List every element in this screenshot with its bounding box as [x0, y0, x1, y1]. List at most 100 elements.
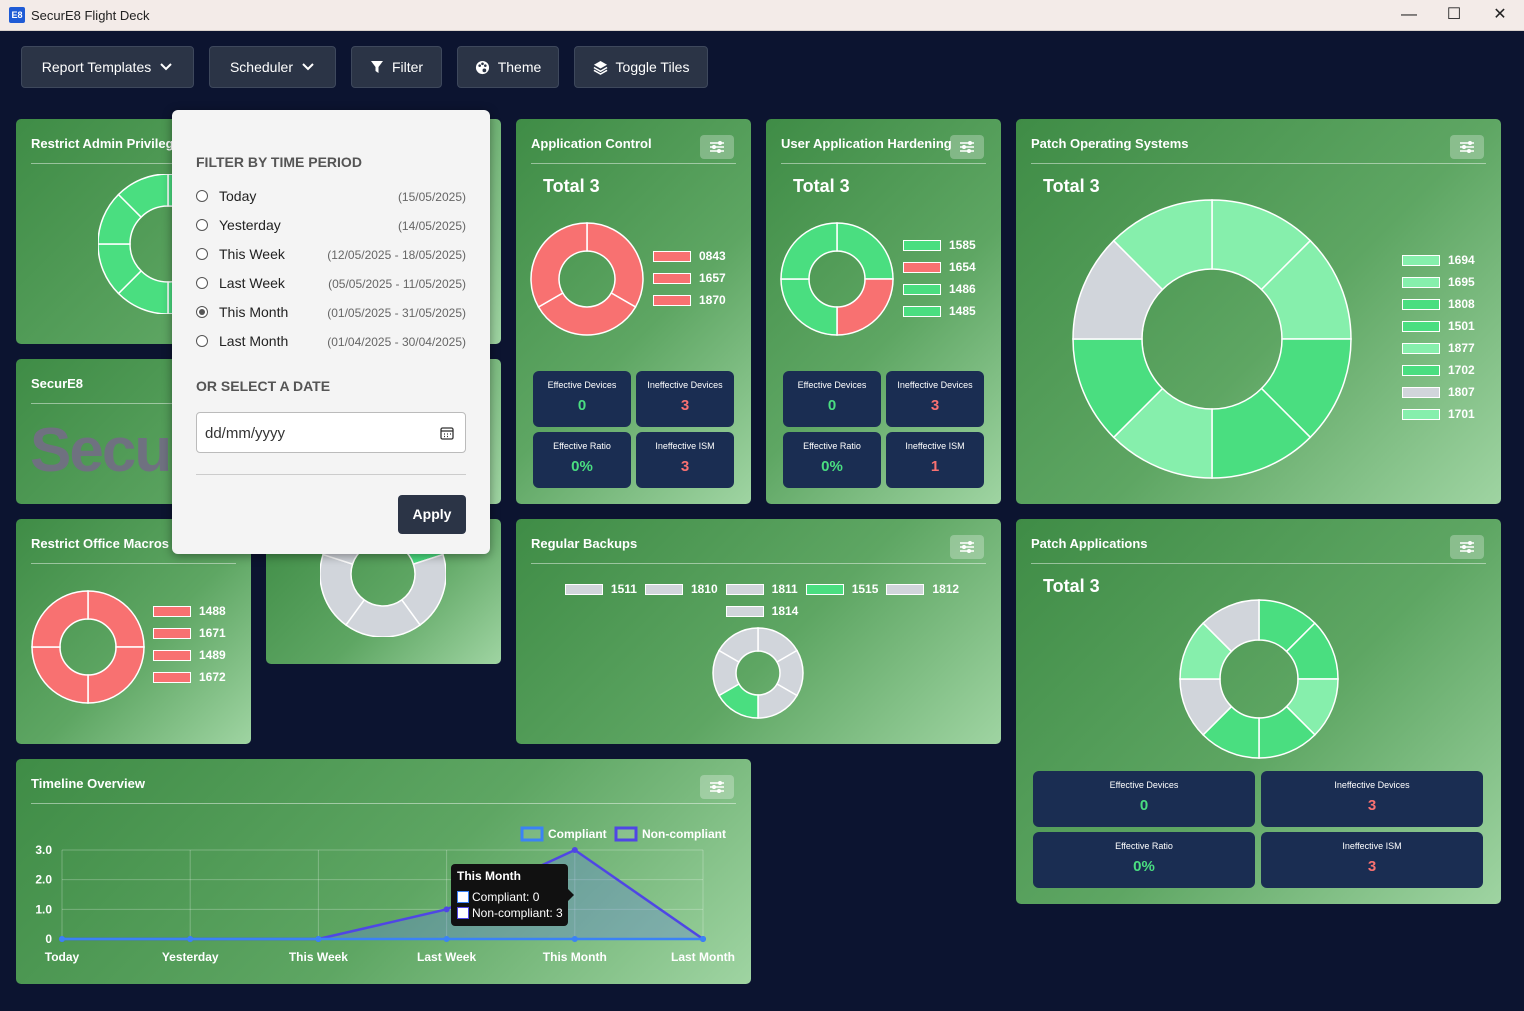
- legend-swatch: [1402, 276, 1440, 288]
- close-button[interactable]: ✕: [1477, 0, 1523, 30]
- legend-label: 1657: [699, 271, 726, 285]
- option-label: This Week: [219, 246, 285, 262]
- donut-slice[interactable]: [836, 222, 894, 280]
- legend-item[interactable]: 1657: [653, 267, 726, 289]
- legend-item[interactable]: 1485: [903, 300, 976, 322]
- legend-item[interactable]: 1501: [1402, 315, 1475, 337]
- legend-item[interactable]: 1488: [153, 600, 226, 622]
- window-title: SecurE8 Flight Deck: [31, 8, 150, 23]
- legend-swatch: [1402, 364, 1440, 376]
- stat-label: Effective Devices: [797, 380, 867, 390]
- legend-label: 1808: [1448, 297, 1475, 311]
- toggle-tiles-button[interactable]: Toggle Tiles: [574, 46, 708, 88]
- stat-label: Ineffective Devices: [1334, 780, 1410, 790]
- time-option-today[interactable]: Today (15/05/2025): [196, 186, 466, 210]
- stat-card: Effective Devices 0: [783, 371, 881, 427]
- radio-button[interactable]: [196, 248, 208, 260]
- legend-label: 1702: [1448, 363, 1475, 377]
- legend-item[interactable]: 1701: [1402, 403, 1475, 425]
- calendar-icon[interactable]: [440, 426, 454, 440]
- legend-swatch: [725, 605, 764, 617]
- time-option-last-week[interactable]: Last Week (05/05/2025 - 11/05/2025): [196, 273, 466, 297]
- radio-button[interactable]: [196, 306, 208, 318]
- donut-slice[interactable]: [31, 590, 89, 648]
- donut-slice[interactable]: [530, 222, 588, 309]
- report-templates-button[interactable]: Report Templates: [21, 46, 194, 88]
- tile-settings-button[interactable]: [1450, 135, 1484, 159]
- legend-label: 1489: [199, 648, 226, 662]
- radio-button[interactable]: [196, 277, 208, 289]
- legend-item[interactable]: 1695: [1402, 271, 1475, 293]
- legend-item[interactable]: 1812: [886, 578, 959, 600]
- stat-card: Effective Ratio 0%: [1033, 832, 1255, 888]
- legend-item[interactable]: 0843: [653, 245, 726, 267]
- legend-item[interactable]: 1807: [1402, 381, 1475, 403]
- divider: [531, 563, 986, 564]
- legend-item[interactable]: 1511: [564, 578, 637, 600]
- total-count: Total 3: [1043, 576, 1100, 596]
- y-tick-label: 3.0: [35, 843, 52, 857]
- legend-item[interactable]: 1808: [1402, 293, 1475, 315]
- legend-label: 1870: [699, 293, 726, 307]
- legend-item[interactable]: 1811: [725, 578, 798, 600]
- option-date-range: (05/05/2025 - 11/05/2025): [328, 277, 466, 291]
- legend-item[interactable]: 1654: [903, 256, 976, 278]
- radio-button[interactable]: [196, 190, 208, 202]
- tile-settings-button[interactable]: [700, 135, 734, 159]
- legend-item[interactable]: 1585: [903, 234, 976, 256]
- radio-button[interactable]: [196, 219, 208, 231]
- patch-os-legend: 1694 1695 1808 1501 1877 1702 1807 1701: [1402, 249, 1475, 425]
- legend-swatch: [153, 605, 191, 617]
- theme-button[interactable]: Theme: [457, 46, 559, 88]
- tile-title: User Application Hardening: [781, 136, 952, 151]
- scheduler-button[interactable]: Scheduler: [209, 46, 336, 88]
- tile-settings-button[interactable]: [950, 535, 984, 559]
- maximize-button[interactable]: ☐: [1431, 0, 1477, 30]
- compliant-point: [315, 936, 322, 942]
- donut-slice[interactable]: [31, 646, 89, 704]
- tooltip-line: Non-compliant: 3: [457, 906, 563, 920]
- time-option-this-week[interactable]: This Week (12/05/2025 - 18/05/2025): [196, 244, 466, 268]
- legend-item[interactable]: 1486: [903, 278, 976, 300]
- filter-button[interactable]: Filter: [351, 46, 442, 88]
- backups-donut-chart: [712, 627, 804, 719]
- x-tick-label: This Month: [543, 950, 607, 964]
- apply-button[interactable]: Apply: [398, 495, 466, 534]
- legend-item[interactable]: 1515: [805, 578, 878, 600]
- donut-slice[interactable]: [87, 590, 145, 648]
- donut-slice[interactable]: [780, 222, 838, 280]
- tile-settings-button[interactable]: [1450, 535, 1484, 559]
- tooltip-line: Compliant: 0: [457, 890, 539, 904]
- compliant-point: [59, 936, 65, 942]
- donut-slice[interactable]: [87, 646, 145, 704]
- legend-swatch: [805, 583, 844, 595]
- tooltip-title: This Month: [457, 869, 521, 883]
- minimize-button[interactable]: —: [1386, 0, 1432, 30]
- stat-card: Ineffective Devices 3: [1261, 771, 1483, 827]
- time-option-yesterday[interactable]: Yesterday (14/05/2025): [196, 215, 466, 239]
- date-placeholder: dd/mm/yyyy: [205, 425, 286, 442]
- patch-os-donut-chart: [1072, 199, 1352, 479]
- stat-value: 3: [1367, 858, 1377, 875]
- time-option-last-month[interactable]: Last Month (01/04/2025 - 30/04/2025): [196, 331, 466, 355]
- legend-item[interactable]: 1814: [725, 600, 798, 622]
- legend-item[interactable]: 1671: [153, 622, 226, 644]
- legend-item[interactable]: 1702: [1402, 359, 1475, 381]
- legend-item[interactable]: 1870: [653, 289, 726, 311]
- y-tick-label: 0: [45, 932, 52, 946]
- radio-button[interactable]: [196, 335, 208, 347]
- donut-slice[interactable]: [780, 278, 838, 336]
- legend-item[interactable]: 1694: [1402, 249, 1475, 271]
- total-count: Total 3: [793, 176, 850, 196]
- y-tick-label: 2.0: [35, 873, 52, 887]
- tile-title: Application Control: [531, 136, 652, 151]
- time-option-this-month[interactable]: This Month (01/05/2025 - 31/05/2025): [196, 302, 466, 326]
- donut-slice[interactable]: [836, 278, 894, 336]
- legend-item[interactable]: 1489: [153, 644, 226, 666]
- legend-item[interactable]: 1877: [1402, 337, 1475, 359]
- divider: [31, 563, 236, 564]
- tile-settings-button[interactable]: [950, 135, 984, 159]
- legend-item[interactable]: 1810: [644, 578, 718, 600]
- date-input[interactable]: dd/mm/yyyy: [196, 412, 466, 453]
- legend-item[interactable]: 1672: [153, 666, 226, 688]
